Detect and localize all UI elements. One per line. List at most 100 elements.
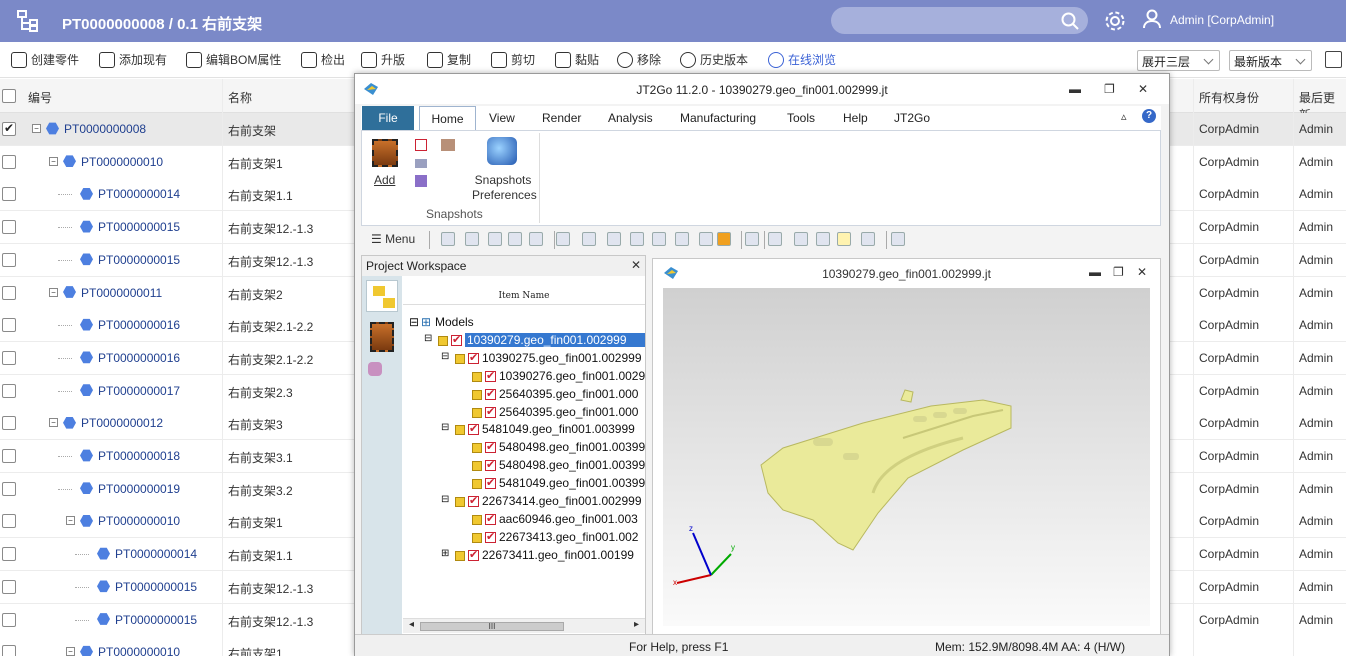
delete-snapshot-icon[interactable]	[415, 139, 427, 151]
scroll-right-icon[interactable]: ▸	[634, 619, 639, 630]
part-code[interactable]: PT0000000016	[98, 351, 180, 365]
gear-icon[interactable]	[1104, 10, 1126, 32]
row-checkbox[interactable]	[2, 645, 16, 656]
database-tab-icon[interactable]	[368, 362, 382, 376]
part-code[interactable]: PT0000000014	[115, 547, 197, 561]
online-view-button[interactable]: 在线浏览	[768, 51, 836, 68]
add-snapshot-button[interactable]: Add	[374, 173, 395, 187]
row-checkbox[interactable]	[2, 547, 16, 562]
part-tool-icon[interactable]	[699, 232, 713, 246]
tree-item[interactable]: ⊟ 10390279.geo_fin001.002999	[403, 332, 645, 349]
user-name[interactable]: Admin [CorpAdmin]	[1170, 13, 1274, 27]
row-checkbox[interactable]	[2, 220, 16, 235]
close-icon[interactable]: ✕	[1138, 82, 1148, 96]
row-checkbox[interactable]	[2, 318, 16, 333]
tree-item[interactable]: 5481049.geo_fin001.003999	[403, 475, 645, 492]
tree-item[interactable]: ⊞ 22673411.geo_fin001.00199	[403, 547, 645, 564]
scroll-left-icon[interactable]: ◂	[409, 619, 414, 630]
visibility-checkbox[interactable]	[468, 351, 479, 364]
line-tool-icon[interactable]	[582, 232, 596, 246]
view-minimize-icon[interactable]: ▬	[1089, 265, 1101, 279]
view-restore-icon[interactable]: ❐	[1113, 265, 1124, 279]
part-code[interactable]: PT0000000016	[98, 318, 180, 332]
tree-item[interactable]: 5480498.geo_fin001.003999	[403, 439, 645, 456]
film-add-icon[interactable]	[372, 139, 398, 167]
row-checkbox[interactable]	[2, 285, 16, 300]
models-tab-icon[interactable]	[366, 280, 398, 312]
part-code[interactable]: PT0000000015	[115, 580, 197, 594]
row-checkbox[interactable]	[2, 514, 16, 529]
visibility-checkbox[interactable]	[485, 369, 496, 382]
item-name-header[interactable]: Item Name	[403, 287, 645, 305]
part-code[interactable]: PT0000000008	[64, 122, 146, 136]
note-tool-icon[interactable]	[556, 232, 570, 246]
part-model[interactable]: x y z	[663, 288, 1150, 626]
visibility-checkbox[interactable]	[485, 440, 496, 454]
user-icon[interactable]	[1142, 9, 1162, 29]
row-checkbox[interactable]	[2, 579, 16, 594]
row-checkbox[interactable]	[2, 154, 16, 169]
header-code[interactable]: 编号	[28, 89, 52, 106]
visibility-checkbox[interactable]	[485, 405, 496, 418]
minimize-icon[interactable]: ▬	[1069, 82, 1081, 96]
part-code[interactable]: PT0000000015	[98, 253, 180, 267]
measure-tool-icon[interactable]	[630, 232, 644, 246]
tree-item[interactable]: 25640395.geo_fin001.000	[403, 404, 645, 421]
3d-viewport[interactable]: x y z	[663, 288, 1150, 626]
visibility-checkbox[interactable]	[451, 333, 462, 346]
snapshot-list-icon[interactable]	[415, 159, 427, 168]
next-tool-icon[interactable]	[488, 232, 502, 246]
view-close-icon[interactable]: ✕	[1137, 265, 1147, 279]
collapse-toggle-icon[interactable]: −	[66, 516, 75, 526]
snapshots-preferences-icon[interactable]	[487, 137, 517, 165]
restore-icon[interactable]: ❐	[1104, 82, 1115, 96]
visibility-checkbox[interactable]	[485, 458, 496, 472]
tree-expander-icon[interactable]: ⊟	[441, 351, 449, 362]
tree-item[interactable]: ⊟ 22673414.geo_fin001.002999	[403, 493, 645, 510]
row-checkbox[interactable]	[2, 612, 16, 627]
collapse-toggle-icon[interactable]: −	[49, 156, 58, 166]
part-code[interactable]: PT0000000011	[81, 286, 162, 300]
fly-tool-icon[interactable]	[816, 232, 830, 246]
row-checkbox[interactable]	[2, 350, 16, 365]
select-all-checkbox[interactable]	[2, 89, 16, 103]
expand-level-select[interactable]: 展开三层	[1137, 50, 1220, 71]
undo-tool-icon[interactable]	[891, 232, 905, 246]
film-edit-icon[interactable]	[441, 139, 455, 151]
visibility-checkbox[interactable]	[485, 476, 496, 490]
snapshot-tree-icon[interactable]	[415, 175, 427, 187]
part-code[interactable]: PT0000000010	[98, 645, 180, 656]
tab-jt2go[interactable]: JT2Go	[894, 111, 930, 125]
visibility-checkbox[interactable]	[485, 387, 496, 400]
tree-expander-icon[interactable]: ⊟	[409, 315, 419, 329]
part-code[interactable]: PT0000000015	[115, 613, 197, 627]
tab-manufacturing[interactable]: Manufacturing	[680, 111, 756, 125]
tab-view[interactable]: View	[489, 111, 515, 125]
part-code[interactable]: PT0000000010	[81, 155, 163, 169]
part-code[interactable]: PT0000000019	[98, 482, 180, 496]
help-icon[interactable]: ?	[1142, 109, 1156, 123]
part-code[interactable]: PT0000000018	[98, 449, 180, 463]
circle-tool-icon[interactable]	[607, 232, 621, 246]
zoom-fit-tool-icon[interactable]	[768, 232, 782, 246]
scroll-thumb[interactable]: III	[420, 622, 564, 631]
history-button[interactable]: 历史版本	[680, 51, 748, 68]
tab-render[interactable]: Render	[542, 111, 581, 125]
part-code[interactable]: PT0000000010	[98, 514, 180, 528]
remove-button[interactable]: 移除	[617, 51, 661, 68]
filter-tool-icon[interactable]	[508, 232, 522, 246]
version-filter-select[interactable]: 最新版本	[1229, 50, 1312, 71]
revise-button[interactable]: 升版	[361, 51, 405, 68]
tree-item[interactable]: ⊟ 10390275.geo_fin001.002999	[403, 350, 645, 367]
visibility-checkbox[interactable]	[468, 548, 479, 561]
paste-button[interactable]: 黏贴	[555, 51, 599, 68]
header-name[interactable]: 名称	[228, 89, 252, 106]
pan-tool-icon[interactable]	[861, 232, 875, 246]
collapse-toggle-icon[interactable]: −	[49, 287, 58, 297]
tree-expander-icon[interactable]: ⊟	[441, 494, 449, 505]
box-tool-icon[interactable]	[675, 232, 689, 246]
row-checkbox[interactable]	[2, 121, 16, 136]
part-code[interactable]: PT0000000014	[98, 187, 180, 201]
tree-item[interactable]: ⊟ 5481049.geo_fin001.003999	[403, 421, 645, 438]
row-checkbox[interactable]	[2, 187, 16, 202]
